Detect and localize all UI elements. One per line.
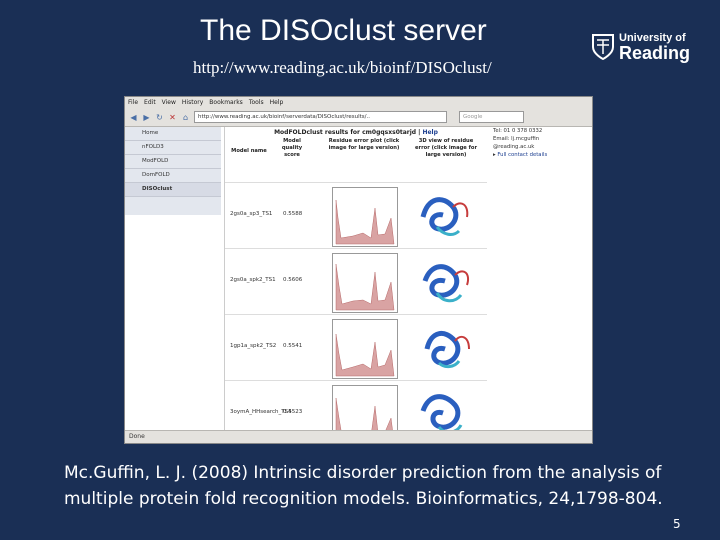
contact-tel: Tel: 01 0 378 0332 xyxy=(493,128,543,134)
residue-error-plot[interactable] xyxy=(332,319,398,379)
table-row: 2gs0a_sp3_TS1 0.5588 xyxy=(225,182,487,248)
stop-icon[interactable]: ✕ xyxy=(168,113,177,122)
protein-structure-icon[interactable] xyxy=(413,253,475,311)
menu-bookmarks[interactable]: Bookmarks xyxy=(209,99,243,106)
residue-error-plot[interactable] xyxy=(332,253,398,313)
university-logo: University of Reading xyxy=(592,32,692,70)
contact-email-domain: @reading.ac.uk xyxy=(493,144,535,150)
slide-title: The DISOclust server xyxy=(200,14,487,47)
sidebar-item-nfold3[interactable]: nFOLD3 xyxy=(125,141,221,155)
menu-view[interactable]: View xyxy=(162,99,176,106)
model-name: 2gs0a_spk2_TS1 xyxy=(230,277,276,283)
reload-icon[interactable]: ↻ xyxy=(155,113,164,122)
table-row: 2gs0a_spk2_TS1 0.5606 xyxy=(225,248,487,314)
results-title: ModFOLDclust results for cm0gqsxs0tarjd … xyxy=(274,129,438,136)
menu-history[interactable]: History xyxy=(182,99,203,106)
contact-email: Email: lj.mcguffin xyxy=(493,136,540,142)
quality-score: 0.5523 xyxy=(283,409,303,415)
menu-tools[interactable]: Tools xyxy=(249,99,264,106)
model-name: 2gs0a_sp3_TS1 xyxy=(230,211,273,217)
menu-bar: File Edit View History Bookmarks Tools H… xyxy=(125,97,592,108)
university-crest-icon xyxy=(592,34,614,60)
residue-error-plot[interactable] xyxy=(332,187,398,247)
results-table: ModFOLDclust results for cm0gqsxs0tarjd … xyxy=(224,127,487,443)
forward-icon[interactable]: ▶ xyxy=(142,113,151,122)
table-row: 1gp1a_spk2_TS2 0.5541 xyxy=(225,314,487,380)
sidebar: Home nFOLD3 ModFOLD DomFOLD DISOclust xyxy=(125,127,221,215)
search-input[interactable]: Google xyxy=(459,111,524,123)
logo-line-2: Reading xyxy=(619,43,691,63)
home-icon[interactable]: ⌂ xyxy=(181,113,190,122)
protein-structure-icon[interactable] xyxy=(413,319,475,377)
citation: Mc.Guffin, L. J. (2008) Intrinsic disord… xyxy=(64,463,663,509)
menu-help[interactable]: Help xyxy=(270,99,284,106)
col-header-score: Model quality score xyxy=(281,138,303,158)
quality-score: 0.5606 xyxy=(283,277,303,283)
contact-panel: Tel: 01 0 378 0332 Email: lj.mcguffin @r… xyxy=(489,127,592,187)
slide-url: http://www.reading.ac.uk/bioinf/DISOclus… xyxy=(193,58,492,77)
menu-edit[interactable]: Edit xyxy=(144,99,156,106)
help-link[interactable]: Help xyxy=(422,129,437,136)
sidebar-item-modfold[interactable]: ModFOLD xyxy=(125,155,221,169)
sidebar-item-disoclust[interactable]: DISOclust xyxy=(125,183,221,197)
protein-structure-icon[interactable] xyxy=(413,187,475,245)
address-bar[interactable]: http://www.reading.ac.uk/bioinf/serverda… xyxy=(194,111,447,123)
browser-screenshot: File Edit View History Bookmarks Tools H… xyxy=(124,96,593,444)
menu-file[interactable]: File xyxy=(128,99,138,106)
col-header-plot: Residue error plot (click image for larg… xyxy=(328,138,400,151)
sidebar-item-domfold[interactable]: DomFOLD xyxy=(125,169,221,183)
back-icon[interactable]: ◀ xyxy=(129,113,138,122)
quality-score: 0.5588 xyxy=(283,211,303,217)
col-header-3d: 3D view of residue error (click image fo… xyxy=(415,138,477,158)
status-bar: Done xyxy=(125,430,592,443)
quality-score: 0.5541 xyxy=(283,343,303,349)
model-name: 1gp1a_spk2_TS2 xyxy=(230,343,277,349)
page-number: 5 xyxy=(673,517,681,531)
nav-toolbar: ◀ ▶ ↻ ✕ ⌂ http://www.reading.ac.uk/bioin… xyxy=(125,108,592,127)
page-content: Home nFOLD3 ModFOLD DomFOLD DISOclust Mo… xyxy=(125,127,592,443)
results-title-text: ModFOLDclust results for cm0gqsxs0tarjd xyxy=(274,129,417,136)
contact-details-link[interactable]: Full contact details xyxy=(497,152,547,158)
sidebar-item-home[interactable]: Home xyxy=(125,127,221,141)
